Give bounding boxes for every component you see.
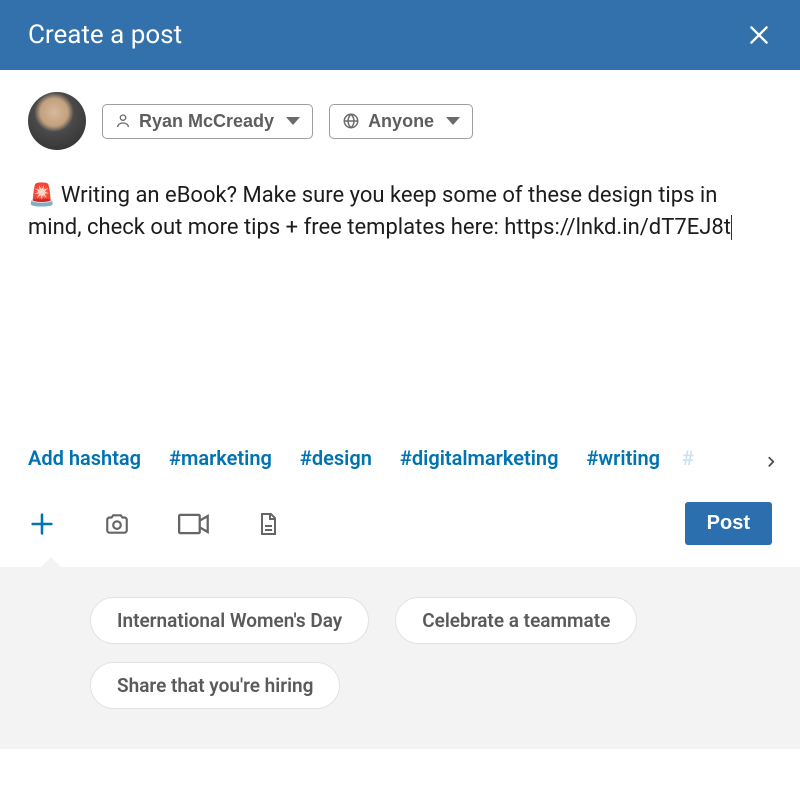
composer-text: 🚨 Writing an eBook? Make sure you keep s… bbox=[28, 183, 731, 240]
hashtag-suggestion[interactable]: #design bbox=[300, 446, 372, 470]
toolbar-left bbox=[28, 510, 280, 538]
author-name: Ryan McCready bbox=[139, 111, 274, 132]
globe-icon bbox=[342, 112, 360, 130]
person-icon bbox=[115, 112, 131, 130]
modal-content: Ryan McCready Anyone 🚨 Writing an eBook?… bbox=[0, 70, 800, 488]
avatar[interactable] bbox=[28, 92, 86, 150]
hashtag-suggestion[interactable]: #marketing bbox=[169, 446, 272, 470]
modal-title: Create a post bbox=[28, 20, 182, 50]
hashtag-suggestion[interactable]: #digitalmarketing bbox=[400, 446, 559, 470]
modal-header: Create a post bbox=[0, 0, 800, 70]
visibility-label: Anyone bbox=[368, 111, 434, 132]
chevron-right-icon[interactable] bbox=[764, 451, 778, 473]
hashtag-suggestion[interactable]: #writing bbox=[586, 446, 660, 470]
plus-icon[interactable] bbox=[28, 510, 56, 538]
composer-toolbar: Post bbox=[0, 488, 800, 567]
visibility-select-button[interactable]: Anyone bbox=[329, 104, 473, 139]
video-icon[interactable] bbox=[178, 512, 210, 536]
add-hashtag-button[interactable]: Add hashtag bbox=[28, 446, 141, 470]
suggestion-panel: International Women's Day Celebrate a te… bbox=[0, 567, 800, 749]
post-composer[interactable]: 🚨 Writing an eBook? Make sure you keep s… bbox=[28, 180, 772, 440]
author-select-button[interactable]: Ryan McCready bbox=[102, 104, 313, 139]
suggestion-chip[interactable]: Celebrate a teammate bbox=[395, 597, 637, 644]
camera-icon[interactable] bbox=[102, 511, 132, 537]
suggestion-chip[interactable]: Share that you're hiring bbox=[90, 662, 340, 709]
hashtag-overflow-hint: # bbox=[682, 446, 694, 470]
suggestion-chip[interactable]: International Women's Day bbox=[90, 597, 369, 644]
document-icon[interactable] bbox=[256, 510, 280, 538]
author-row: Ryan McCready Anyone bbox=[28, 92, 772, 150]
chevron-down-icon bbox=[446, 117, 460, 125]
post-button[interactable]: Post bbox=[685, 502, 772, 545]
chevron-down-icon bbox=[286, 117, 300, 125]
close-icon[interactable] bbox=[746, 22, 772, 48]
hashtag-row: Add hashtag #marketing #design #digitalm… bbox=[28, 440, 772, 488]
